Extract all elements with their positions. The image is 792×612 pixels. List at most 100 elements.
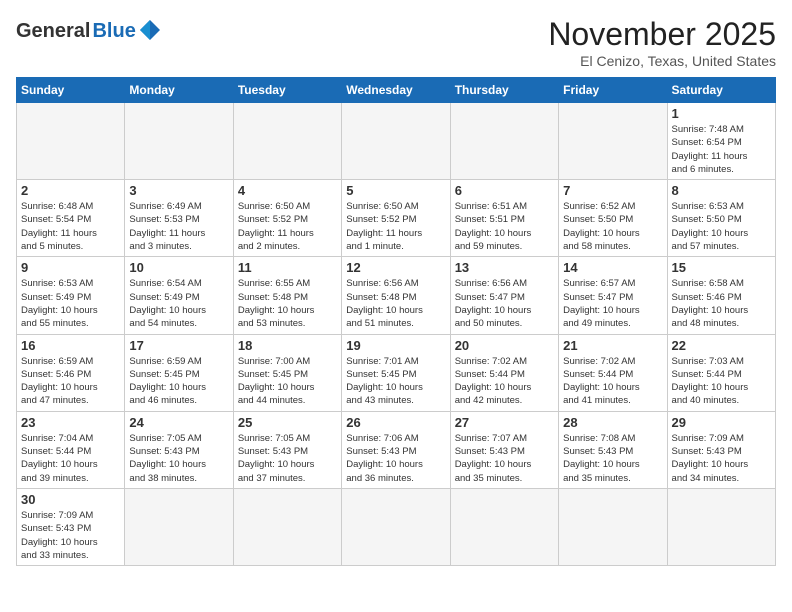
day-number: 11: [238, 260, 337, 275]
day-info: Sunrise: 6:53 AM Sunset: 5:50 PM Dayligh…: [672, 200, 771, 253]
day-number: 18: [238, 338, 337, 353]
day-number: 23: [21, 415, 120, 430]
day-number: 8: [672, 183, 771, 198]
calendar-cell: 23 Sunrise: 7:04 AM Sunset: 5:44 PM Dayli…: [17, 411, 125, 488]
logo: General Blue: [16, 16, 160, 43]
calendar-cell: 22Sunrise: 7:03 AM Sunset: 5:44 PM Dayli…: [667, 334, 775, 411]
col-header-sunday: Sunday: [17, 78, 125, 103]
calendar-cell: 17 Sunrise: 6:59 AM Sunset: 5:45 PM Dayli…: [125, 334, 233, 411]
calendar-cell: [450, 103, 558, 180]
calendar-week-row: 2 Sunrise: 6:48 AM Sunset: 5:54 PM Daylig…: [17, 180, 776, 257]
calendar-cell: 19 Sunrise: 7:01 AM Sunset: 5:45 PM Dayli…: [342, 334, 450, 411]
day-number: 29: [672, 415, 771, 430]
calendar-cell: [125, 488, 233, 565]
calendar-cell: 8 Sunrise: 6:53 AM Sunset: 5:50 PM Daylig…: [667, 180, 775, 257]
calendar-cell: [559, 103, 667, 180]
day-info: Sunrise: 7:04 AM Sunset: 5:44 PM Dayligh…: [21, 432, 120, 485]
day-info: Sunrise: 7:05 AM Sunset: 5:43 PM Dayligh…: [129, 432, 228, 485]
calendar-cell: 20 Sunrise: 7:02 AM Sunset: 5:44 PM Dayli…: [450, 334, 558, 411]
day-number: 7: [563, 183, 662, 198]
day-number: 27: [455, 415, 554, 430]
calendar-cell: 11 Sunrise: 6:55 AM Sunset: 5:48 PM Dayli…: [233, 257, 341, 334]
page-header: General Blue November 2025 El Cenizo, Te…: [16, 16, 776, 69]
day-number: 5: [346, 183, 445, 198]
day-number: 26: [346, 415, 445, 430]
day-number: 22: [672, 338, 771, 353]
calendar-cell: 13Sunrise: 6:56 AM Sunset: 5:47 PM Dayli…: [450, 257, 558, 334]
day-info: Sunrise: 6:54 AM Sunset: 5:49 PM Dayligh…: [129, 277, 228, 330]
title-area: November 2025 El Cenizo, Texas, United S…: [548, 16, 776, 69]
day-number: 20: [455, 338, 554, 353]
day-info: Sunrise: 7:02 AM Sunset: 5:44 PM Dayligh…: [455, 355, 554, 408]
day-info: Sunrise: 7:09 AM Sunset: 5:43 PM Dayligh…: [21, 509, 120, 562]
calendar-cell: [233, 488, 341, 565]
day-info: Sunrise: 7:07 AM Sunset: 5:43 PM Dayligh…: [455, 432, 554, 485]
col-header-saturday: Saturday: [667, 78, 775, 103]
logo-general-text: General: [16, 20, 90, 43]
day-number: 19: [346, 338, 445, 353]
calendar-cell: [342, 488, 450, 565]
day-number: 30: [21, 492, 120, 507]
day-info: Sunrise: 7:02 AM Sunset: 5:44 PM Dayligh…: [563, 355, 662, 408]
calendar-cell: 18 Sunrise: 7:00 AM Sunset: 5:45 PM Dayli…: [233, 334, 341, 411]
calendar-cell: [450, 488, 558, 565]
day-info: Sunrise: 7:06 AM Sunset: 5:43 PM Dayligh…: [346, 432, 445, 485]
calendar-week-row: 23 Sunrise: 7:04 AM Sunset: 5:44 PM Dayli…: [17, 411, 776, 488]
day-number: 1: [672, 106, 771, 121]
calendar-cell: [559, 488, 667, 565]
day-number: 24: [129, 415, 228, 430]
calendar-week-row: 30 Sunrise: 7:09 AM Sunset: 5:43 PM Dayli…: [17, 488, 776, 565]
calendar-cell: 14 Sunrise: 6:57 AM Sunset: 5:47 PM Dayli…: [559, 257, 667, 334]
calendar-cell: [667, 488, 775, 565]
calendar-cell: 15Sunrise: 6:58 AM Sunset: 5:46 PM Dayli…: [667, 257, 775, 334]
day-number: 9: [21, 260, 120, 275]
day-info: Sunrise: 6:50 AM Sunset: 5:52 PM Dayligh…: [238, 200, 337, 253]
day-number: 12: [346, 260, 445, 275]
day-info: Sunrise: 6:50 AM Sunset: 5:52 PM Dayligh…: [346, 200, 445, 253]
calendar-cell: [17, 103, 125, 180]
col-header-friday: Friday: [559, 78, 667, 103]
logo-triangle-icon: [140, 20, 160, 40]
day-number: 14: [563, 260, 662, 275]
calendar-table: SundayMondayTuesdayWednesdayThursdayFrid…: [16, 77, 776, 566]
day-info: Sunrise: 6:55 AM Sunset: 5:48 PM Dayligh…: [238, 277, 337, 330]
location-text: El Cenizo, Texas, United States: [548, 53, 776, 69]
calendar-cell: [233, 103, 341, 180]
day-info: Sunrise: 7:09 AM Sunset: 5:43 PM Dayligh…: [672, 432, 771, 485]
day-number: 13: [455, 260, 554, 275]
day-info: Sunrise: 7:00 AM Sunset: 5:45 PM Dayligh…: [238, 355, 337, 408]
logo-blue-text: Blue: [92, 20, 135, 43]
day-info: Sunrise: 6:59 AM Sunset: 5:45 PM Dayligh…: [129, 355, 228, 408]
calendar-cell: 21 Sunrise: 7:02 AM Sunset: 5:44 PM Dayli…: [559, 334, 667, 411]
calendar-cell: 25Sunrise: 7:05 AM Sunset: 5:43 PM Dayli…: [233, 411, 341, 488]
calendar-cell: 29 Sunrise: 7:09 AM Sunset: 5:43 PM Dayli…: [667, 411, 775, 488]
day-info: Sunrise: 6:56 AM Sunset: 5:48 PM Dayligh…: [346, 277, 445, 330]
day-info: Sunrise: 6:53 AM Sunset: 5:49 PM Dayligh…: [21, 277, 120, 330]
day-info: Sunrise: 6:48 AM Sunset: 5:54 PM Dayligh…: [21, 200, 120, 253]
col-header-tuesday: Tuesday: [233, 78, 341, 103]
calendar-cell: 24 Sunrise: 7:05 AM Sunset: 5:43 PM Dayli…: [125, 411, 233, 488]
calendar-cell: 4 Sunrise: 6:50 AM Sunset: 5:52 PM Daylig…: [233, 180, 341, 257]
calendar-cell: [342, 103, 450, 180]
day-number: 21: [563, 338, 662, 353]
day-number: 6: [455, 183, 554, 198]
calendar-week-row: 9 Sunrise: 6:53 AM Sunset: 5:49 PM Daylig…: [17, 257, 776, 334]
day-number: 4: [238, 183, 337, 198]
calendar-week-row: 16Sunrise: 6:59 AM Sunset: 5:46 PM Dayli…: [17, 334, 776, 411]
calendar-cell: 10Sunrise: 6:54 AM Sunset: 5:49 PM Dayli…: [125, 257, 233, 334]
calendar-cell: 2 Sunrise: 6:48 AM Sunset: 5:54 PM Daylig…: [17, 180, 125, 257]
day-info: Sunrise: 7:01 AM Sunset: 5:45 PM Dayligh…: [346, 355, 445, 408]
day-info: Sunrise: 6:57 AM Sunset: 5:47 PM Dayligh…: [563, 277, 662, 330]
day-number: 17: [129, 338, 228, 353]
day-info: Sunrise: 7:08 AM Sunset: 5:43 PM Dayligh…: [563, 432, 662, 485]
calendar-cell: 9 Sunrise: 6:53 AM Sunset: 5:49 PM Daylig…: [17, 257, 125, 334]
calendar-cell: 6 Sunrise: 6:51 AM Sunset: 5:51 PM Daylig…: [450, 180, 558, 257]
calendar-cell: 28Sunrise: 7:08 AM Sunset: 5:43 PM Dayli…: [559, 411, 667, 488]
col-header-thursday: Thursday: [450, 78, 558, 103]
calendar-cell: [125, 103, 233, 180]
day-number: 2: [21, 183, 120, 198]
day-info: Sunrise: 6:51 AM Sunset: 5:51 PM Dayligh…: [455, 200, 554, 253]
calendar-cell: 27 Sunrise: 7:07 AM Sunset: 5:43 PM Dayli…: [450, 411, 558, 488]
day-info: Sunrise: 7:05 AM Sunset: 5:43 PM Dayligh…: [238, 432, 337, 485]
day-info: Sunrise: 7:48 AM Sunset: 6:54 PM Dayligh…: [672, 123, 771, 176]
